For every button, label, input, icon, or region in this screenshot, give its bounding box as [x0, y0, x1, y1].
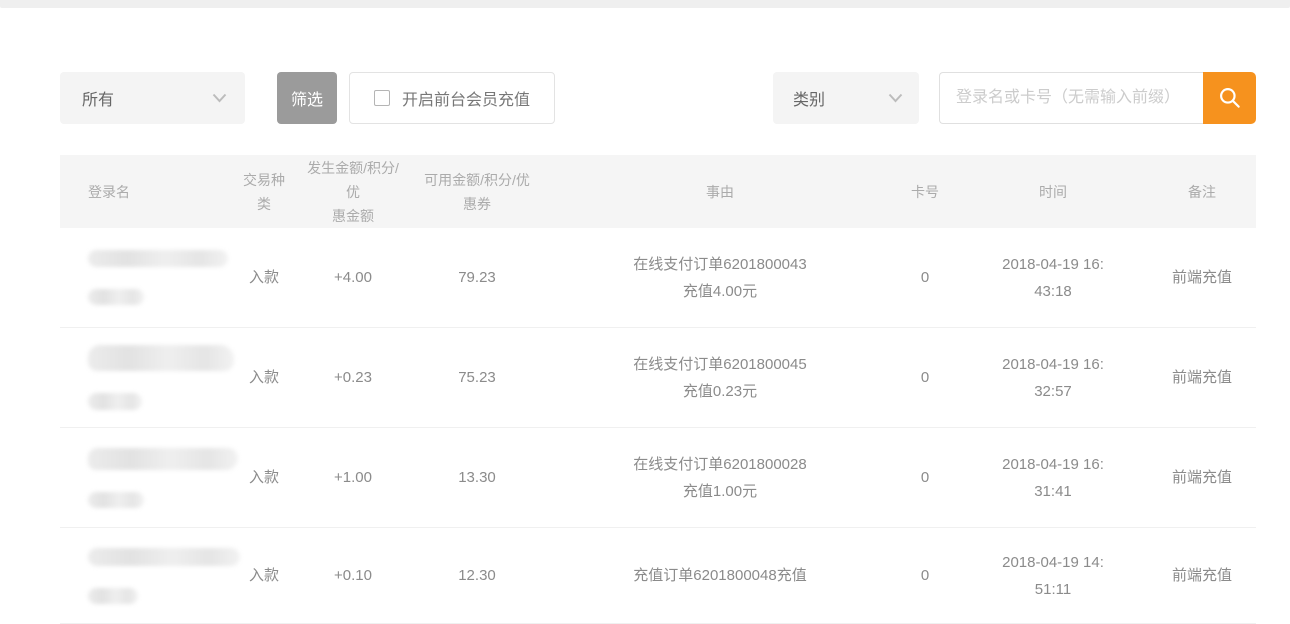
toolbar-right-group: 类别 — [773, 72, 1256, 124]
search-button[interactable] — [1203, 72, 1256, 124]
redacted-blur-block — [88, 289, 144, 305]
header-reason: 事由 — [548, 155, 892, 228]
card-number-cell: 0 — [892, 228, 958, 327]
amount-cell: +4.00 — [300, 228, 406, 327]
header-note: 备注 — [1148, 155, 1256, 228]
table-row: 入款 +0.10 12.30 充值订单6201800048充值 0 2018-0… — [60, 528, 1256, 624]
note-cell: 前端充值 — [1148, 528, 1256, 623]
redacted-blur-block — [88, 393, 142, 410]
table-row: 入款 +4.00 79.23 在线支付订单6201800043 充值4.00元 … — [60, 228, 1256, 328]
time-cell: 2018-04-19 16: 31:41 — [958, 428, 1148, 527]
table-row: 入款 +0.23 75.23 在线支付订单6201800045 充值0.23元 … — [60, 328, 1256, 428]
search-input[interactable] — [939, 72, 1203, 124]
category-select-value: 类别 — [793, 86, 825, 110]
reason-cell: 充值订单6201800048充值 — [548, 528, 892, 623]
login-name-redacted — [60, 228, 228, 327]
note-cell: 前端充值 — [1148, 328, 1256, 427]
redacted-blur-block — [88, 588, 138, 604]
header-amount: 发生金额/积分/优 惠金额 — [300, 155, 406, 228]
scope-select[interactable]: 所有 — [60, 72, 245, 124]
time-cell: 2018-04-19 14: 51:11 — [958, 528, 1148, 623]
transactions-table: 登录名 交易种 类 发生金额/积分/优 惠金额 可用金额/积分/优 惠券 事由 … — [60, 155, 1256, 624]
header-login-name: 登录名 — [60, 155, 228, 228]
card-number-cell: 0 — [892, 528, 958, 623]
redacted-blur-block — [88, 345, 234, 371]
top-divider-strip — [0, 0, 1290, 8]
available-cell: 12.30 — [406, 528, 548, 623]
redacted-blur-block — [88, 548, 240, 566]
search-group — [939, 72, 1256, 124]
header-available: 可用金额/积分/优 惠券 — [406, 155, 548, 228]
reason-cell: 在线支付订单6201800043 充值4.00元 — [548, 228, 892, 327]
reason-cell: 在线支付订单6201800028 充值1.00元 — [548, 428, 892, 527]
front-desk-recharge-label: 开启前台会员充值 — [402, 86, 530, 110]
available-cell: 13.30 — [406, 428, 548, 527]
note-cell: 前端充值 — [1148, 228, 1256, 327]
card-number-cell: 0 — [892, 328, 958, 427]
header-card-number: 卡号 — [892, 155, 958, 228]
filter-button[interactable]: 筛选 — [277, 72, 337, 124]
redacted-blur-block — [88, 250, 228, 267]
chevron-down-icon — [212, 93, 227, 103]
table-row: 入款 +1.00 13.30 在线支付订单6201800028 充值1.00元 … — [60, 428, 1256, 528]
card-number-cell: 0 — [892, 428, 958, 527]
toolbar-left-group: 所有 筛选 开启前台会员充值 — [60, 72, 555, 124]
table-header-row: 登录名 交易种 类 发生金额/积分/优 惠金额 可用金额/积分/优 惠券 事由 … — [60, 155, 1256, 228]
front-desk-recharge-checkbox[interactable] — [374, 90, 390, 106]
reason-cell: 在线支付订单6201800045 充值0.23元 — [548, 328, 892, 427]
trade-type-cell: 入款 — [228, 428, 300, 527]
available-cell: 75.23 — [406, 328, 548, 427]
redacted-blur-block — [88, 448, 238, 470]
trade-type-cell: 入款 — [228, 328, 300, 427]
amount-cell: +0.10 — [300, 528, 406, 623]
scope-select-value: 所有 — [82, 86, 114, 110]
available-cell: 79.23 — [406, 228, 548, 327]
header-time: 时间 — [958, 155, 1148, 228]
amount-cell: +0.23 — [300, 328, 406, 427]
trade-type-cell: 入款 — [228, 528, 300, 623]
front-desk-recharge-toggle[interactable]: 开启前台会员充值 — [349, 72, 555, 124]
header-trade-type: 交易种 类 — [228, 155, 300, 228]
amount-cell: +1.00 — [300, 428, 406, 527]
login-name-redacted — [60, 328, 228, 427]
category-select[interactable]: 类别 — [773, 72, 919, 124]
login-name-redacted — [60, 528, 228, 623]
toolbar: 所有 筛选 开启前台会员充值 类别 — [60, 72, 1256, 124]
search-icon — [1217, 85, 1243, 111]
time-cell: 2018-04-19 16: 32:57 — [958, 328, 1148, 427]
chevron-down-icon — [888, 93, 903, 103]
redacted-blur-block — [88, 492, 144, 508]
time-cell: 2018-04-19 16: 43:18 — [958, 228, 1148, 327]
trade-type-cell: 入款 — [228, 228, 300, 327]
note-cell: 前端充值 — [1148, 428, 1256, 527]
login-name-redacted — [60, 428, 228, 527]
